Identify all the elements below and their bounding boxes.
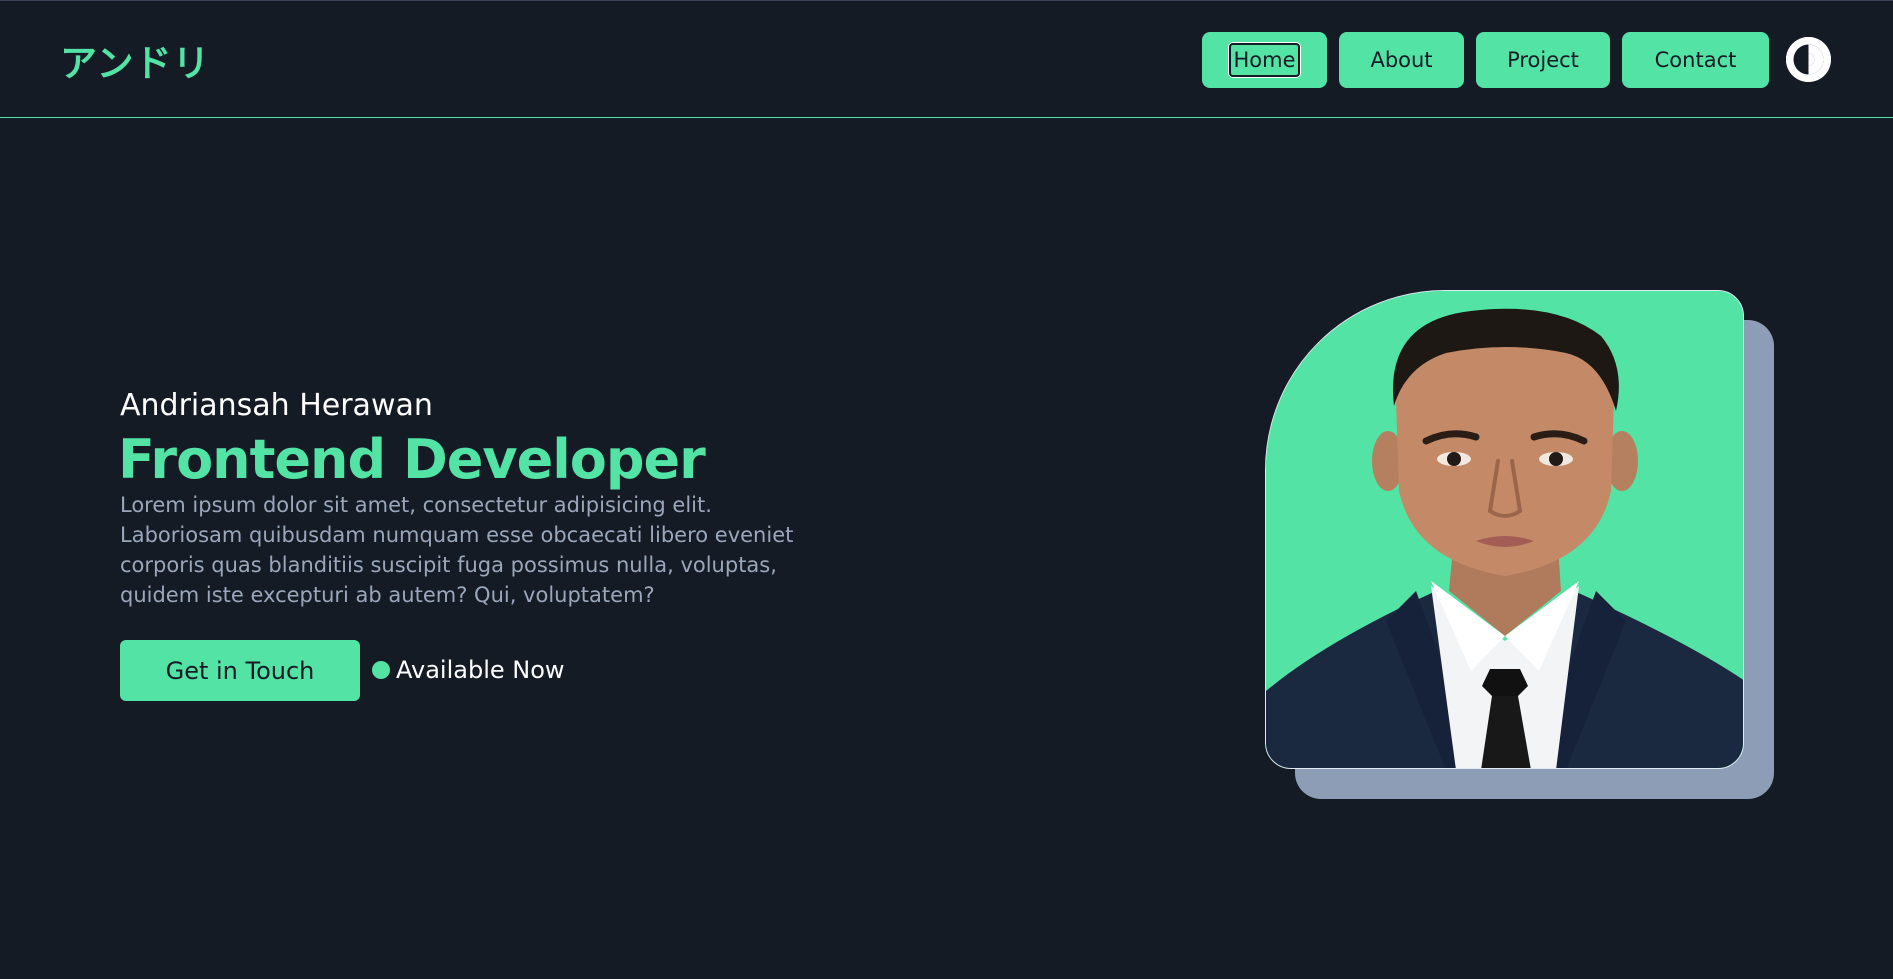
availability-status: Available Now [372,656,565,684]
hero-name: Andriansah Herawan [120,388,433,423]
contrast-icon [1786,37,1831,82]
status-label: Available Now [396,656,565,684]
hero-description: Lorem ipsum dolor sit amet, consectetur … [120,493,794,607]
portrait-illustration [1266,291,1743,768]
nav-about-button[interactable]: About [1339,32,1464,88]
site-logo[interactable]: アンドリ [60,33,211,87]
page: アンドリ Home About Project Contact Andrians… [0,0,1893,979]
nav-home-button[interactable]: Home [1202,32,1327,88]
hero-title: Frontend Developer [118,428,706,491]
nav-home-label: Home [1229,43,1300,77]
site-header: アンドリ Home About Project Contact [0,0,1893,118]
profile-photo [1265,290,1744,769]
theme-toggle-button[interactable] [1786,37,1831,82]
status-dot-icon [372,661,390,679]
nav-contact-button[interactable]: Contact [1622,32,1769,88]
nav-project-button[interactable]: Project [1476,32,1610,88]
get-in-touch-button[interactable]: Get in Touch [120,640,360,701]
